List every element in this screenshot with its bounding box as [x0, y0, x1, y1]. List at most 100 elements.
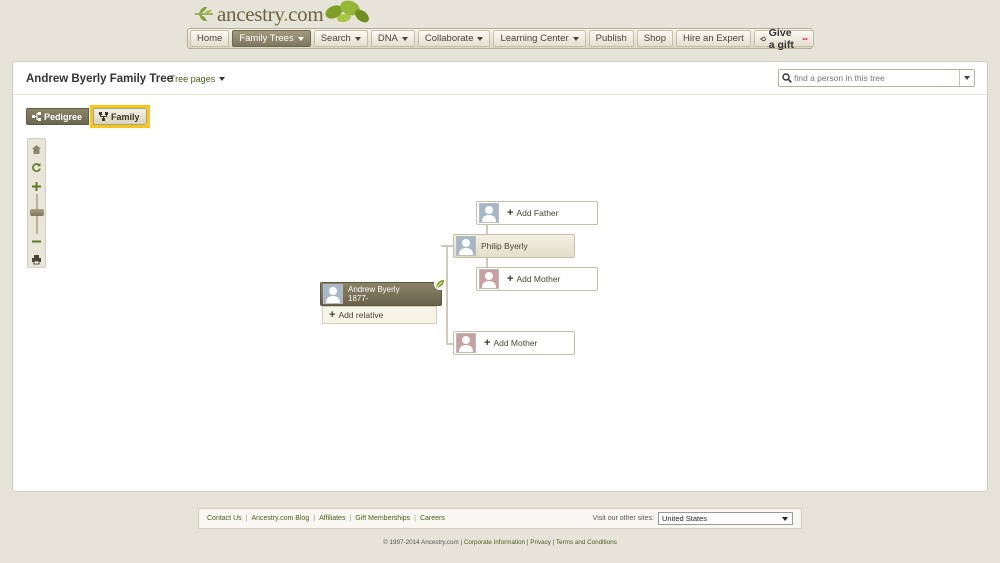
country-value: United States: [662, 514, 708, 523]
female-avatar: [456, 333, 476, 353]
pedigree-label: Pedigree: [44, 111, 83, 122]
chevron-down-icon: [401, 36, 408, 41]
search-dropdown-button[interactable]: [959, 70, 974, 86]
separator: |: [245, 515, 248, 522]
nav-shop[interactable]: Shop: [636, 30, 673, 47]
person-silhouette-icon: [482, 272, 496, 288]
leaf-logo-icon: [195, 6, 213, 22]
nav-home[interactable]: Home: [190, 30, 230, 47]
copyright-text: © 1997-2014 Ancestry.com: [383, 539, 459, 546]
focus-person-dates: 1877-: [348, 294, 369, 303]
person-silhouette-icon: [459, 239, 473, 255]
footer-link[interactable]: Affiliates: [319, 515, 345, 522]
focus-person-card[interactable]: Andrew Byerly 1877-: [320, 278, 446, 306]
zoom-in-button[interactable]: [29, 179, 44, 193]
pedigree-view-button[interactable]: Pedigree: [26, 108, 90, 125]
zoom-out-button[interactable]: [29, 234, 44, 248]
gift-bow-icon: [803, 37, 808, 40]
add-grandfather-card[interactable]: + Add Father: [476, 201, 598, 225]
logo-text: ancestry.com: [217, 1, 324, 26]
person-search: [778, 69, 975, 87]
add-father-label: Add Father: [516, 208, 559, 218]
nav-search[interactable]: Search: [313, 30, 368, 47]
print-button[interactable]: [29, 252, 44, 266]
print-icon: [32, 254, 41, 264]
country-select[interactable]: United States: [658, 512, 793, 525]
legal-link[interactable]: Privacy: [530, 539, 551, 546]
father-name: Philip Byerly: [481, 241, 528, 251]
add-mother-label: Add Mother: [516, 274, 561, 284]
chevron-down-icon: [297, 36, 304, 41]
nav-hire-an-expert[interactable]: Hire an Expert: [675, 30, 751, 47]
nav-label: Shop: [643, 33, 666, 44]
add-mother-card[interactable]: + Add Mother: [453, 331, 575, 355]
footer-link[interactable]: Ancestry.com Blog: [251, 515, 309, 522]
footer-link[interactable]: Contact Us: [207, 515, 242, 522]
chevron-down-icon: [477, 36, 484, 41]
father-card[interactable]: Philip Byerly: [453, 234, 575, 258]
give-a-gift-button[interactable]: Give a gift: [753, 27, 815, 51]
family-label: Family: [111, 111, 140, 122]
tree-pages-menu[interactable]: Tree pages: [170, 74, 226, 84]
family-view-highlight: Family: [90, 105, 150, 128]
plus-icon: +: [507, 272, 514, 285]
footer-link[interactable]: Careers: [420, 515, 445, 522]
nav-publish[interactable]: Publish: [588, 30, 634, 47]
separator: |: [313, 515, 316, 522]
home-button[interactable]: [29, 142, 44, 156]
plus-icon: +: [507, 206, 514, 219]
decorative-leaves-icon: [325, 0, 369, 23]
legal-link[interactable]: Terms and Conditions: [556, 539, 617, 546]
separator: |: [414, 515, 416, 522]
family-icon: [99, 112, 109, 121]
chevron-down-icon: [354, 36, 361, 41]
focus-person-name: Andrew Byerly: [348, 285, 400, 294]
zoom-controls: [27, 138, 46, 268]
tree-pages-label: Tree pages: [170, 74, 216, 84]
minus-icon: [32, 240, 41, 242]
add-mother-label: Add Mother: [493, 338, 538, 348]
separator: |: [349, 515, 352, 522]
family-view-button[interactable]: Family: [93, 108, 147, 125]
refresh-icon: [32, 162, 41, 172]
chevron-down-icon: [964, 76, 970, 80]
plus-icon: +: [329, 309, 336, 321]
legal-link[interactable]: Corporate Information: [464, 539, 525, 546]
chevron-down-icon: [572, 36, 579, 41]
chevron-down-icon: [219, 77, 226, 81]
tree-connector: [446, 245, 448, 345]
nav-label: DNA: [377, 33, 398, 44]
view-toggle: Pedigree Family: [26, 105, 150, 128]
ancestry-logo[interactable]: ancestry.com: [193, 1, 324, 26]
visit-label: Visit our other sites:: [592, 515, 654, 522]
male-avatar: [479, 203, 499, 223]
footer-links: Contact Us | Ancestry.com Blog | Affiliates |…: [207, 515, 445, 522]
zoom-slider-handle[interactable]: [30, 209, 44, 216]
nav-label: Collaborate: [424, 33, 474, 44]
plus-icon: [32, 181, 41, 191]
footer-link[interactable]: Gift Memberships: [355, 515, 410, 522]
add-grandmother-card[interactable]: + Add Mother: [476, 267, 598, 291]
nav-label: Learning Center: [500, 33, 569, 44]
person-silhouette-icon: [459, 336, 473, 352]
pedigree-icon: [32, 112, 41, 121]
nav-learning-center[interactable]: Learning Center: [493, 30, 586, 47]
key-icon: [759, 36, 766, 41]
gift-label: Give a gift: [768, 26, 794, 51]
tree-header: Andrew Byerly Family Tree Tree pages: [13, 62, 987, 95]
add-relative-button[interactable]: + Add relative: [322, 306, 437, 324]
refresh-button[interactable]: [29, 160, 44, 174]
nav-dna[interactable]: DNA: [370, 30, 415, 47]
home-icon: [32, 144, 41, 154]
site-footer: Contact Us | Ancestry.com Blog | Affiliates |…: [198, 508, 802, 529]
nav-family-trees[interactable]: Family Trees: [232, 30, 311, 47]
nav-collaborate[interactable]: Collaborate: [417, 30, 491, 47]
tree-title: Andrew Byerly Family Tree: [26, 73, 174, 85]
person-search-input[interactable]: [794, 73, 954, 83]
nav-label: Family Trees: [239, 33, 294, 44]
hint-leaf-icon[interactable]: [434, 278, 446, 290]
person-silhouette-icon: [326, 287, 340, 303]
female-avatar: [479, 269, 499, 289]
person-silhouette-icon: [482, 206, 496, 222]
add-relative-label: Add relative: [338, 310, 384, 320]
